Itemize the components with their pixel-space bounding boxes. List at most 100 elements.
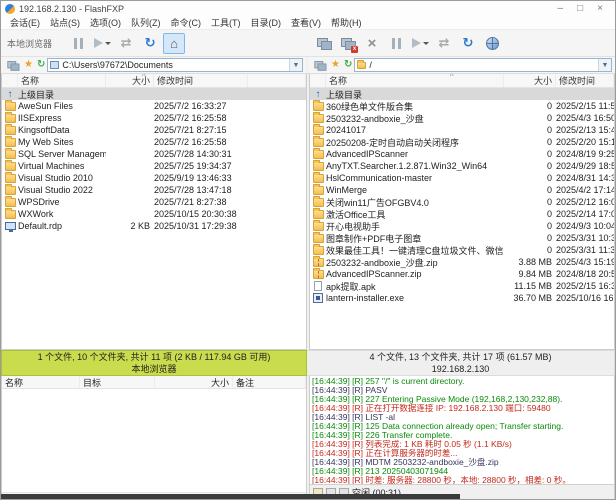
menu-item[interactable]: 站点(S)	[45, 16, 85, 29]
file-row[interactable]: AweSun Files2025/7/2 16:33:27	[2, 100, 306, 112]
file-row[interactable]: 关闭win11广告OFGBV4.002025/2/12 16:02	[310, 196, 614, 208]
folder-icon	[2, 102, 18, 111]
remote-browser-icon[interactable]	[314, 61, 325, 70]
queue-column-size[interactable]: 大小	[155, 376, 233, 388]
remote-pause-button[interactable]	[385, 33, 407, 54]
column-header-size[interactable]: 大小	[504, 74, 556, 87]
favorites-star-icon[interactable]: ★	[24, 60, 33, 70]
parent-directory-row[interactable]: ↑ 上级目录	[2, 88, 306, 100]
file-date: 2025/7/28 14:30:31	[154, 149, 248, 159]
file-row[interactable]: IISExpress2025/7/2 16:25:58	[2, 112, 306, 124]
file-row[interactable]: 2024101702025/2/13 15:45	[310, 124, 614, 136]
file-row[interactable]: SQL Server Management Studio2025/7/28 14…	[2, 148, 306, 160]
toolbar: 本地浏览器 ⇄ ↻ ⌂ x × ⇄ ↻	[1, 30, 615, 57]
file-row[interactable]: WinMerge02025/4/2 17:14:0	[310, 184, 614, 196]
maximize-button[interactable]: □	[577, 4, 583, 14]
file-row[interactable]: 图章制作+PDF电子图章02025/3/31 10:30	[310, 232, 614, 244]
folder-icon-shape	[313, 186, 324, 195]
column-header-name[interactable]: 名称	[18, 74, 106, 87]
transfer-icon: ⇄	[439, 35, 450, 51]
local-browser-selector[interactable]: 本地浏览器	[7, 37, 52, 50]
go-folder-icon[interactable]: ↻	[344, 60, 352, 70]
minimize-button[interactable]: –	[558, 4, 564, 14]
local-path-combobox[interactable]: C:\Users\97672\Documents ▼	[47, 58, 303, 72]
menu-item[interactable]: 选项(O)	[85, 16, 126, 29]
column-header-size[interactable]: 大小	[106, 74, 154, 87]
local-browser-icon[interactable]	[7, 61, 18, 70]
file-row[interactable]: AdvancedIPScanner.zip9.84 MB2024/8/18 20…	[310, 268, 614, 280]
chevron-down-icon[interactable]: ▼	[289, 59, 302, 71]
column-header-date[interactable]: 修改时间	[154, 74, 248, 87]
file-row[interactable]: 20250208-定时自动启动关闭程序02025/2/20 15:17	[310, 136, 614, 148]
file-row[interactable]: AnyTXT.Searcher.1.2.871.Win32_Win6402024…	[310, 160, 614, 172]
folder-icon	[2, 198, 18, 207]
folder-icon	[2, 174, 18, 183]
disconnect-button[interactable]: x	[337, 33, 359, 54]
menu-item[interactable]: 查看(V)	[286, 16, 326, 29]
file-row[interactable]: WXWork2025/10/15 20:30:38	[2, 208, 306, 220]
file-row[interactable]: 360绿色单文件版合集02025/2/15 11:54	[310, 100, 614, 112]
file-date: 2024/8/19 9:25:0	[556, 149, 614, 159]
file-row[interactable]: Virtual Machines2025/7/25 19:34:37	[2, 160, 306, 172]
folder-icon	[310, 174, 326, 183]
file-row[interactable]: 2503232-andboxie_沙盘02025/4/3 16:50:0	[310, 112, 614, 124]
column-header-name[interactable]: 名称	[326, 74, 504, 87]
column-header-date[interactable]: 修改时间	[556, 74, 614, 87]
go-folder-icon[interactable]: ↻	[37, 60, 45, 70]
exe-icon	[310, 293, 326, 303]
menu-item[interactable]: 工具(T)	[206, 16, 246, 29]
local-status-label: 本地浏览器	[131, 363, 176, 375]
title-bar: 192.168.2.130 - FlashFXP – □ ×	[1, 1, 615, 16]
file-row[interactable]: lantern-installer.exe36.70 MB2025/10/16 …	[310, 292, 614, 304]
connect-button[interactable]	[313, 33, 335, 54]
log-line: [16:44:39] [R] 213 20250403071944	[312, 467, 612, 476]
menu-item[interactable]: 命令(C)	[166, 16, 207, 29]
queue-column-name[interactable]: 名称	[2, 376, 80, 388]
home-button[interactable]: ⌂	[163, 33, 185, 54]
chevron-down-icon[interactable]: ▼	[598, 59, 611, 71]
menu-item[interactable]: 队列(Z)	[126, 16, 166, 29]
abort-button[interactable]: ×	[361, 33, 383, 54]
file-row[interactable]: apk提取.apk11.15 MB2025/2/15 16:37	[310, 280, 614, 292]
queue-column-remark[interactable]: 备注	[233, 376, 306, 388]
file-size: 0	[504, 185, 556, 195]
refresh-local-button[interactable]: ↻	[139, 33, 161, 54]
pause-icon	[74, 38, 83, 49]
file-row[interactable]: Default.rdp2 KB2025/10/31 17:29:38	[2, 220, 306, 232]
menu-item[interactable]: 会话(E)	[5, 16, 45, 29]
close-button[interactable]: ×	[597, 4, 603, 14]
menu-item[interactable]: 目录(D)	[246, 16, 287, 29]
disconnect-x-badge: x	[351, 46, 358, 53]
log-line: [16:44:39] [R] 226 Transfer complete.	[312, 431, 612, 440]
folder-icon	[310, 114, 326, 123]
file-row[interactable]: 开心电视助手02024/9/3 10:04:0	[310, 220, 614, 232]
remote-start-button[interactable]	[409, 33, 431, 54]
folder-icon	[310, 138, 326, 147]
file-row[interactable]: 2503232-andboxie_沙盘.zip3.88 MB2025/4/3 1…	[310, 256, 614, 268]
file-size: 0	[504, 209, 556, 219]
file-row[interactable]: KingsoftData2025/7/21 8:27:15	[2, 124, 306, 136]
file-name: 2503232-andboxie_沙盘.zip	[326, 256, 504, 269]
pause-button[interactable]	[67, 33, 89, 54]
file-size: 0	[504, 221, 556, 231]
favorites-star-icon[interactable]: ★	[331, 60, 340, 70]
file-row[interactable]: Visual Studio 20222025/7/28 13:47:18	[2, 184, 306, 196]
file-size: 0	[504, 125, 556, 135]
refresh-remote-button[interactable]: ↻	[457, 33, 479, 54]
site-manager-button[interactable]	[481, 33, 503, 54]
start-transfer-button[interactable]	[91, 33, 113, 54]
file-row[interactable]: Visual Studio 20102025/9/19 13:46:33	[2, 172, 306, 184]
remote-path-combobox[interactable]: / ▼	[354, 58, 612, 72]
file-row[interactable]: WPSDrive2025/7/21 8:27:38	[2, 196, 306, 208]
file-row[interactable]: 激活Office工具02025/2/14 17:04	[310, 208, 614, 220]
file-row[interactable]: My Web Sites2025/7/2 16:25:58	[2, 136, 306, 148]
file-row[interactable]: HslCommunication-master02024/8/31 14:37	[310, 172, 614, 184]
parent-directory-row[interactable]: ↑ 上级目录	[310, 88, 614, 100]
file-row[interactable]: AdvancedIPScanner02024/8/19 9:25:0	[310, 148, 614, 160]
path-row: ★ ↻ C:\Users\97672\Documents ▼ ★ ↻ / ▼	[1, 57, 615, 74]
file-row[interactable]: 效果最佳工具！一键清理C盘垃圾文件、微信QQ缓存文件，免费好用，免安装版本020…	[310, 244, 614, 256]
queue-column-target[interactable]: 目标	[80, 376, 155, 388]
remote-transfer-button[interactable]: ⇄	[433, 33, 455, 54]
menu-item[interactable]: 帮助(H)	[326, 16, 367, 29]
transfer-mode-button[interactable]: ⇄	[115, 33, 137, 54]
